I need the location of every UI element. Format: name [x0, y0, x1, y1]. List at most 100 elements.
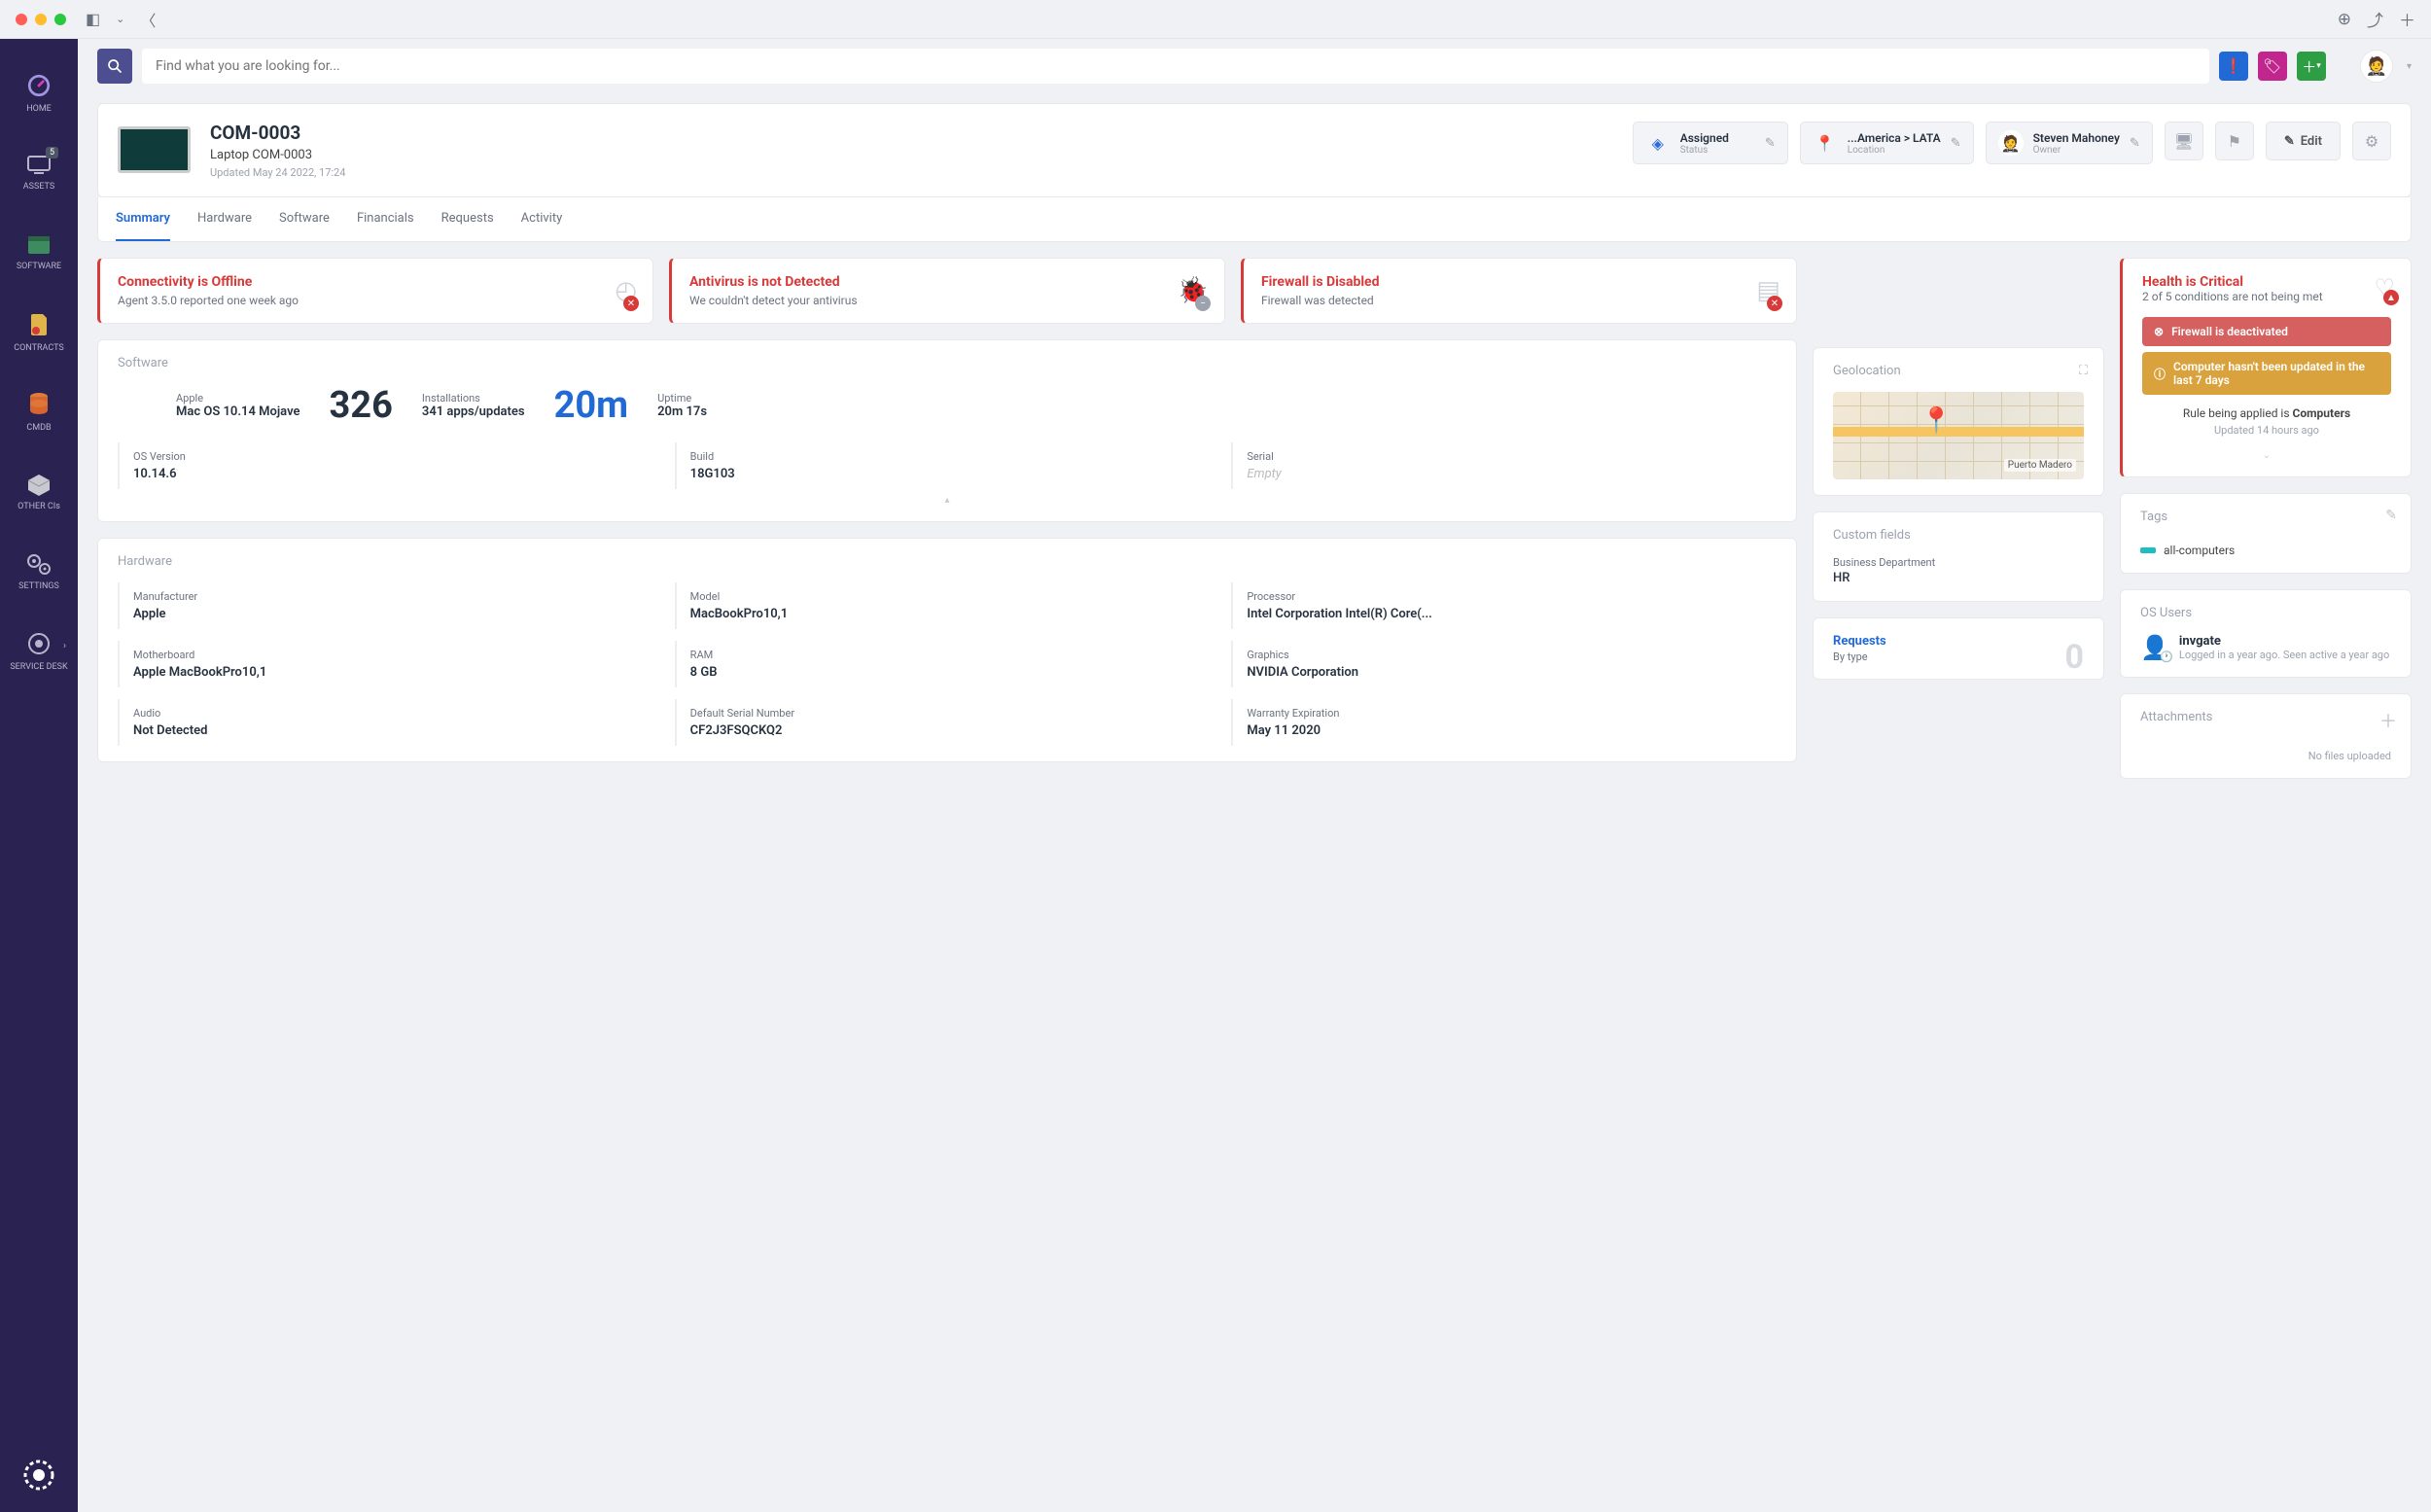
software-card: Software Apple Mac OS 10.14 Mojave 326 I… — [97, 339, 1797, 522]
gauge-icon — [26, 73, 52, 98]
installations-sub: 341 apps/updates — [422, 404, 525, 419]
geolocation-card: Geolocation ⛶ 📍 Puerto Madero — [1813, 347, 2104, 496]
sidebar-toggle-icon[interactable]: ◧ — [86, 10, 100, 28]
plus-icon: ＋ — [2302, 56, 2316, 77]
geolocation-title: Geolocation — [1833, 364, 2084, 378]
sidebar-item-contracts[interactable]: CONTRACTS — [0, 293, 78, 372]
new-tab-icon[interactable]: ＋ — [2399, 7, 2415, 31]
os-name: Mac OS 10.14 Mojave — [176, 404, 300, 419]
chevron-down-icon[interactable]: ⌄ — [116, 13, 124, 25]
add-attachment-icon[interactable]: ＋ — [2379, 708, 2397, 733]
edit-icon[interactable]: ✎ — [1765, 136, 1776, 151]
alert-update: ⓘ Computer hasn't been updated in the la… — [2142, 352, 2391, 395]
edit-icon[interactable]: ✎ — [1951, 136, 1961, 151]
owner-card[interactable]: 🤵 Steven Mahoney Owner ✎ — [1986, 122, 2153, 164]
asset-header: COM-0003 Laptop COM-0003 Updated May 24 … — [97, 103, 2412, 197]
info-icon: ⓘ — [2154, 366, 2166, 382]
user-avatar[interactable]: 🤵 — [2360, 50, 2393, 83]
edit-button[interactable]: ✎ Edit — [2266, 122, 2341, 160]
sidebar-item-settings[interactable]: SETTINGS — [0, 532, 78, 612]
add-button[interactable]: ＋▾ — [2297, 52, 2326, 81]
search-icon — [107, 58, 123, 74]
close-window-icon[interactable] — [16, 14, 27, 25]
sidebar: HOME 5 ASSETS SOFTWARE CONTRACTS CMDB — [0, 39, 78, 1512]
search-button[interactable] — [97, 49, 132, 84]
tag-label: all-computers — [2164, 544, 2235, 557]
monitor-action-button[interactable]: 🖥 — [2165, 122, 2203, 160]
sidebar-item-home[interactable]: HOME — [0, 53, 78, 133]
sidebar-item-cmdb[interactable]: CMDB — [0, 372, 78, 452]
traffic-lights — [16, 14, 66, 25]
location-card[interactable]: 📍 ...America > LATA Location ✎ — [1800, 122, 1974, 164]
custom-fields-title: Custom fields — [1833, 528, 2084, 543]
edit-icon[interactable]: ✎ — [2130, 136, 2140, 151]
download-icon[interactable]: ⊕ — [2338, 10, 2351, 29]
map[interactable]: 📍 Puerto Madero — [1833, 392, 2084, 479]
attachments-card: Attachments ＋ No files uploaded — [2120, 693, 2412, 779]
sidebar-label: HOME — [26, 104, 52, 114]
owner-label: Owner — [2033, 145, 2120, 156]
field-build: Build 18G103 — [675, 442, 1220, 489]
maximize-window-icon[interactable] — [54, 14, 66, 25]
os-users-card: OS Users 👤 invgate Logged in a year ago.… — [2120, 589, 2412, 678]
tab-software[interactable]: Software — [279, 197, 330, 241]
edit-icon[interactable]: ✎ — [2385, 508, 2397, 523]
monitor-icon: 🖥 — [2174, 132, 2194, 151]
gear-icon: ⚙ — [2365, 132, 2378, 151]
status-card[interactable]: ◈ Assigned Status ✎ — [1633, 122, 1788, 164]
owner-value: Steven Mahoney — [2033, 131, 2120, 145]
tab-summary[interactable]: Summary — [116, 197, 170, 241]
custom-field-value: HR — [1833, 571, 2084, 585]
collapse-handle[interactable]: ▴ — [118, 489, 1777, 506]
service-desk-icon — [26, 631, 52, 656]
tab-financials[interactable]: Financials — [357, 197, 414, 241]
share-icon[interactable]: ⤴ — [2367, 7, 2383, 31]
status-sub: We couldn't detect your antivirus — [689, 294, 1207, 307]
sidebar-item-other-cis[interactable]: OTHER CIs — [0, 452, 78, 532]
requests-title[interactable]: Requests — [1833, 634, 2084, 649]
os-users-title: OS Users — [2140, 606, 2391, 620]
chevron-down-icon: ▾ — [2316, 61, 2321, 71]
map-pin-icon: 📍 — [1920, 406, 1952, 436]
status-label: Status — [1680, 145, 1729, 156]
map-pin-icon: 📍 — [1813, 130, 1838, 156]
os-vendor: Apple — [176, 392, 300, 404]
status-sub: Firewall was detected — [1261, 294, 1779, 307]
alert-button[interactable]: ❗ — [2219, 52, 2248, 81]
os-user-name: invgate — [2179, 634, 2389, 649]
asset-thumbnail — [118, 126, 191, 173]
settings-action-button[interactable]: ⚙ — [2352, 122, 2391, 160]
sidebar-item-service-desk[interactable]: SERVICE DESK › — [0, 612, 78, 691]
document-icon — [27, 312, 51, 337]
expand-icon[interactable]: ⛶ — [2079, 364, 2088, 378]
flag-action-button[interactable]: ⚑ — [2215, 122, 2254, 160]
health-title: Health is Critical — [2142, 274, 2391, 290]
back-icon[interactable]: 〈 — [140, 8, 156, 31]
target-icon: ◈ — [1645, 130, 1671, 156]
custom-field-label: Business Department — [1833, 556, 2084, 569]
sidebar-badge: 5 — [46, 147, 58, 158]
tab-activity[interactable]: Activity — [521, 197, 563, 241]
uptime-sub: 20m 17s — [657, 404, 707, 419]
asset-name: Laptop COM-0003 — [210, 148, 345, 162]
field-audio: AudioNot Detected — [118, 699, 663, 746]
status-value: Assigned — [1680, 131, 1729, 145]
user-icon: 👤 — [2140, 634, 2169, 661]
tag-swatch — [2140, 547, 2156, 553]
sidebar-item-software[interactable]: SOFTWARE — [0, 213, 78, 293]
collapse-handle[interactable]: ⌄ — [2142, 444, 2391, 461]
tab-hardware[interactable]: Hardware — [197, 197, 252, 241]
requests-card: Requests By type 0 — [1813, 617, 2104, 680]
chevron-right-icon: › — [63, 641, 66, 651]
minimize-window-icon[interactable] — [35, 14, 47, 25]
tag-button[interactable]: 🏷 — [2258, 52, 2287, 81]
health-rule: Rule being applied is Computers — [2142, 406, 2391, 420]
sidebar-item-assets[interactable]: 5 ASSETS — [0, 133, 78, 213]
search-input[interactable] — [142, 49, 2209, 84]
chevron-down-icon[interactable]: ▾ — [2407, 61, 2412, 72]
uptime-value: 20m — [554, 384, 629, 427]
tab-requests[interactable]: Requests — [441, 197, 494, 241]
tag-chip[interactable]: all-computers — [2140, 544, 2235, 557]
health-card: Health is Critical 2 of 5 conditions are… — [2120, 258, 2412, 477]
sidebar-label: SOFTWARE — [17, 262, 61, 271]
